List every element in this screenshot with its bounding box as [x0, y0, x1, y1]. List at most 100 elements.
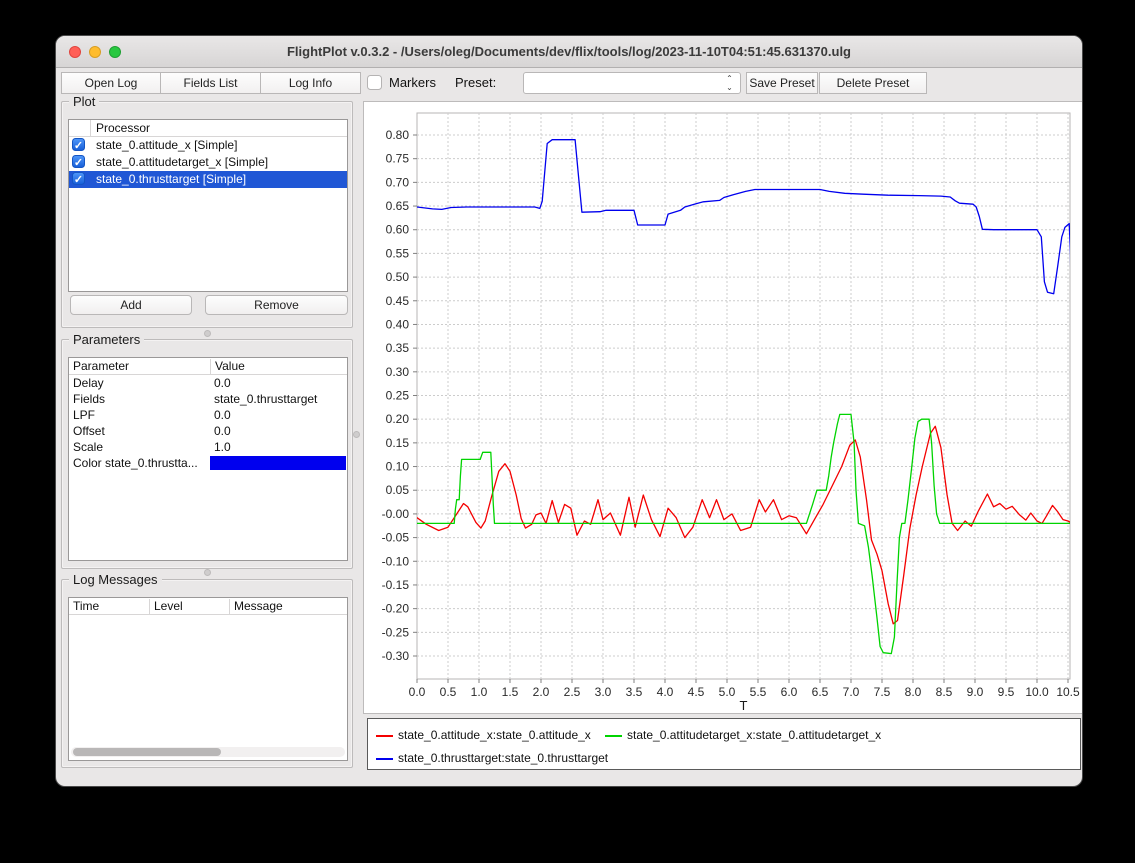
svg-text:0.0: 0.0 [409, 685, 426, 699]
svg-text:0.65: 0.65 [386, 199, 410, 213]
svg-text:8.0: 8.0 [905, 685, 922, 699]
svg-text:3.5: 3.5 [626, 685, 643, 699]
horizontal-scrollbar[interactable] [71, 747, 345, 757]
svg-text:0.80: 0.80 [386, 128, 410, 142]
svg-text:-0.05: -0.05 [382, 531, 410, 545]
plot-group-title: Plot [69, 94, 99, 109]
plot-group: Plot Processor ✓ state_0.attitude_x [Sim… [61, 101, 353, 328]
red-line-icon [376, 735, 393, 737]
svg-text:0.30: 0.30 [386, 365, 410, 379]
processor-list[interactable]: Processor ✓ state_0.attitude_x [Simple] … [68, 119, 348, 292]
svg-text:0.35: 0.35 [386, 341, 410, 355]
chart-legend: state_0.attitude_x:state_0.attitude_x st… [367, 718, 1081, 770]
log-messages-table-header: Time Level Message [69, 598, 347, 615]
param-row-scale[interactable]: Scale 1.0 [69, 439, 347, 455]
svg-text:10.0: 10.0 [1025, 685, 1049, 699]
parameters-table[interactable]: Parameter Value Delay 0.0 Fields state_0… [68, 357, 348, 561]
svg-text:0.75: 0.75 [386, 152, 410, 166]
svg-text:5.0: 5.0 [719, 685, 736, 699]
svg-text:2.0: 2.0 [533, 685, 550, 699]
svg-text:0.50: 0.50 [386, 270, 410, 284]
open-log-button[interactable]: Open Log [61, 72, 161, 94]
flight-data-chart[interactable]: 0.80 0.75 0.70 0.65 0.60 0.55 0.50 0.45 0.40 0.35… [364, 102, 1082, 713]
markers-checkbox[interactable] [367, 75, 382, 90]
row-checkbox[interactable]: ✓ [72, 155, 85, 168]
svg-text:2.5: 2.5 [564, 685, 581, 699]
svg-text:6.0: 6.0 [781, 685, 798, 699]
svg-text:0.55: 0.55 [386, 246, 410, 260]
svg-text:8.5: 8.5 [936, 685, 953, 699]
chart-panel[interactable]: 0.80 0.75 0.70 0.65 0.60 0.55 0.50 0.45 0.40 0.35… [363, 101, 1083, 714]
svg-text:7.0: 7.0 [843, 685, 860, 699]
svg-text:9.5: 9.5 [998, 685, 1015, 699]
window-title: FlightPlot v.0.3.2 - /Users/oleg/Documen… [56, 36, 1082, 68]
svg-text:0.20: 0.20 [386, 412, 410, 426]
legend-item-attitude-x: state_0.attitude_x:state_0.attitude_x [376, 728, 591, 742]
param-row-lpf[interactable]: LPF 0.0 [69, 407, 347, 423]
splitter-handle[interactable] [204, 569, 211, 576]
svg-text:0.70: 0.70 [386, 175, 410, 189]
svg-text:-0.20: -0.20 [382, 602, 410, 616]
save-preset-button[interactable]: Save Preset [746, 72, 818, 94]
parameters-group: Parameters Parameter Value Delay 0.0 Fie… [61, 339, 353, 569]
legend-item-attitudetarget-x: state_0.attitudetarget_x:state_0.attitud… [605, 728, 881, 742]
svg-text:T: T [740, 698, 748, 713]
svg-text:0.10: 0.10 [386, 460, 410, 474]
row-checkbox[interactable]: ✓ [72, 138, 85, 151]
svg-text:1.0: 1.0 [471, 685, 488, 699]
svg-text:4.0: 4.0 [657, 685, 674, 699]
svg-text:9.0: 9.0 [967, 685, 984, 699]
param-row-fields[interactable]: Fields state_0.thrusttarget [69, 391, 347, 407]
delete-preset-button[interactable]: Delete Preset [819, 72, 927, 94]
svg-text:5.5: 5.5 [750, 685, 767, 699]
svg-text:0.60: 0.60 [386, 223, 410, 237]
scrollbar-thumb[interactable] [73, 748, 221, 756]
svg-text:1.5: 1.5 [502, 685, 519, 699]
legend-item-thrusttarget: state_0.thrusttarget:state_0.thrusttarge… [376, 751, 608, 765]
svg-text:-0.15: -0.15 [382, 578, 410, 592]
svg-text:-0.00: -0.00 [382, 507, 410, 521]
svg-text:0.25: 0.25 [386, 389, 410, 403]
svg-text:-0.10: -0.10 [382, 554, 410, 568]
svg-text:10.5: 10.5 [1056, 685, 1080, 699]
svg-text:-0.25: -0.25 [382, 625, 410, 639]
param-row-offset[interactable]: Offset 0.0 [69, 423, 347, 439]
markers-label: Markers [389, 75, 436, 91]
preset-label: Preset: [455, 75, 496, 91]
row-checkbox[interactable]: ✓ [72, 172, 85, 185]
list-item-attitude-x[interactable]: ✓ state_0.attitude_x [Simple] [69, 137, 347, 154]
log-info-button[interactable]: Log Info [260, 72, 361, 94]
splitter-handle[interactable] [204, 330, 211, 337]
processor-column-header: Processor [96, 121, 150, 135]
list-item-thrusttarget[interactable]: ✓ state_0.thrusttarget [Simple] [69, 171, 347, 188]
list-item-attitudetarget-x[interactable]: ✓ state_0.attitudetarget_x [Simple] [69, 154, 347, 171]
parameters-table-header: Parameter Value [69, 358, 347, 375]
blue-line-icon [376, 758, 393, 760]
log-messages-group: Log Messages Time Level Message [61, 579, 353, 768]
splitter-handle[interactable] [353, 431, 360, 438]
param-row-color[interactable]: Color state_0.thrustta... [69, 455, 347, 471]
preset-combobox[interactable]: ⌃⌄ [523, 72, 741, 94]
processor-list-header: Processor [69, 120, 347, 137]
param-row-delay[interactable]: Delay 0.0 [69, 375, 347, 391]
combobox-stepper-icon[interactable]: ⌃⌄ [723, 74, 736, 92]
log-messages-group-title: Log Messages [69, 572, 162, 587]
flightplot-window: FlightPlot v.0.3.2 - /Users/oleg/Documen… [55, 35, 1083, 787]
green-line-icon [605, 735, 622, 737]
svg-text:0.40: 0.40 [386, 317, 410, 331]
remove-button[interactable]: Remove [205, 295, 348, 315]
svg-text:-0.30: -0.30 [382, 649, 410, 663]
svg-text:3.0: 3.0 [595, 685, 612, 699]
svg-text:0.5: 0.5 [440, 685, 457, 699]
svg-text:0.45: 0.45 [386, 294, 410, 308]
title-bar[interactable]: FlightPlot v.0.3.2 - /Users/oleg/Documen… [56, 36, 1082, 68]
color-swatch[interactable] [210, 456, 346, 470]
parameters-group-title: Parameters [69, 332, 144, 347]
add-button[interactable]: Add [70, 295, 192, 315]
svg-text:0.05: 0.05 [386, 483, 410, 497]
log-messages-table[interactable]: Time Level Message [68, 597, 348, 761]
svg-text:0.15: 0.15 [386, 436, 410, 450]
svg-text:6.5: 6.5 [812, 685, 829, 699]
svg-text:7.5: 7.5 [874, 685, 891, 699]
fields-list-button[interactable]: Fields List [160, 72, 261, 94]
